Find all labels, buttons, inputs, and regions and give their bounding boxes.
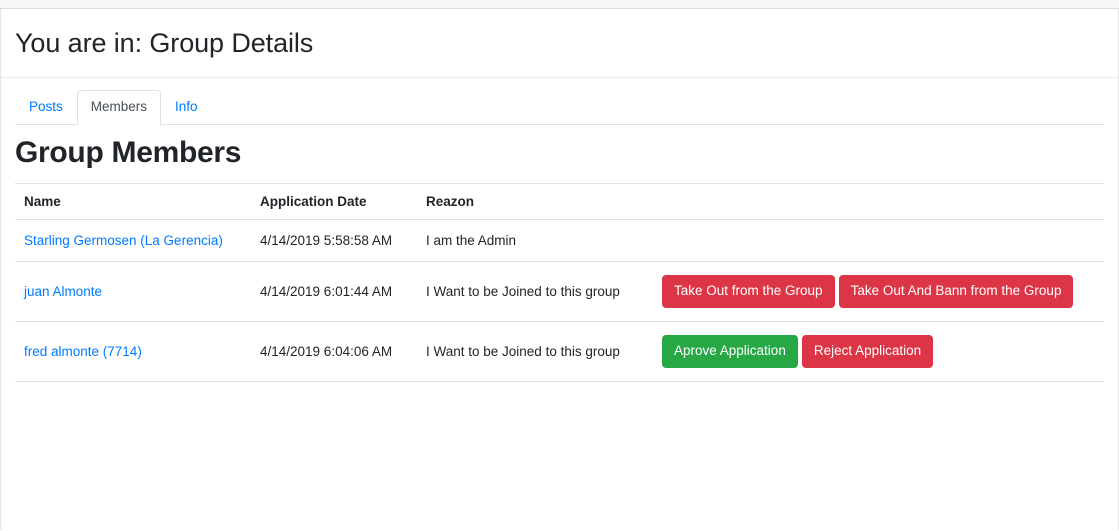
cell-name: juan Almonte: [15, 261, 251, 322]
member-profile-link[interactable]: fred almonte (7714): [24, 344, 142, 359]
column-header-reazon: Reazon: [417, 182, 653, 220]
tab-item[interactable]: Info: [161, 90, 212, 124]
table-row: juan Almonte 4/14/2019 6:01:44 AM I Want t…: [15, 261, 1104, 322]
table-row: Starling Germosen (La Gerencia) 4/14/2019…: [15, 219, 1104, 262]
member-profile-link[interactable]: juan Almonte: [24, 284, 102, 299]
section-heading: Group Members: [15, 135, 242, 169]
cell-actions: Aprove Application Reject Application: [653, 321, 1104, 383]
tab-info[interactable]: Info: [161, 90, 212, 124]
cell-application-date: 4/14/2019 5:58:58 AM: [251, 219, 417, 262]
cell-reason: I am the Admin: [417, 219, 653, 262]
column-header-application-date: Application Date: [251, 182, 417, 220]
table-body: Starling Germosen (La Gerencia) 4/14/2019…: [15, 219, 1104, 383]
page-container: You are in: Group Details: [1, 9, 1118, 77]
cell-name: Starling Germosen (La Gerencia): [15, 219, 251, 262]
table-header-row: Name Application Date Reazon: [15, 182, 1104, 220]
page-frame: You are in: Group Details Posts Members In…: [0, 9, 1119, 530]
take-out-from-the-group-button[interactable]: Take Out from the Group: [662, 274, 835, 308]
cell-application-date: 4/14/2019 6:04:06 AM: [251, 321, 417, 383]
take-out-and-bann-from-the-group-button[interactable]: Take Out And Bann from the Group: [838, 274, 1074, 308]
tab-posts[interactable]: Posts: [15, 90, 77, 124]
cell-actions: Take Out from the Group Take Out And Bann…: [653, 261, 1104, 322]
tab-item[interactable]: Members: [76, 90, 162, 125]
cell-actions: [653, 219, 1104, 262]
column-header-name: Name: [15, 182, 251, 220]
members-section: Group Members Name Application Date Reazon…: [1, 125, 1118, 383]
reject-application-button[interactable]: Reject Application: [801, 334, 934, 369]
cell-reason: I Want to be Joined to this group: [417, 321, 653, 383]
tabs-container: Posts Members Info: [1, 78, 1118, 125]
members-table: Name Application Date Reazon Starling Germ…: [15, 182, 1104, 383]
cell-application-date: 4/14/2019 6:01:44 AM: [251, 261, 417, 322]
tab-members[interactable]: Members: [76, 90, 162, 125]
member-profile-link[interactable]: Starling Germosen (La Gerencia): [24, 233, 223, 248]
tab-item[interactable]: Posts: [15, 90, 77, 124]
table-row: fred almonte (7714) 4/14/2019 6:04:06 AM I…: [15, 321, 1104, 383]
column-header-actions: [653, 182, 1104, 220]
table-head: Name Application Date Reazon: [15, 182, 1104, 220]
tab-bar: Posts Members Info: [15, 78, 1104, 125]
page-title: You are in: Group Details: [15, 28, 314, 58]
cell-name: fred almonte (7714): [15, 321, 251, 383]
cell-reason: I Want to be Joined to this group: [417, 261, 653, 322]
aprove-application-button[interactable]: Aprove Application: [662, 334, 798, 369]
browser-chrome-strip: [0, 0, 1119, 9]
